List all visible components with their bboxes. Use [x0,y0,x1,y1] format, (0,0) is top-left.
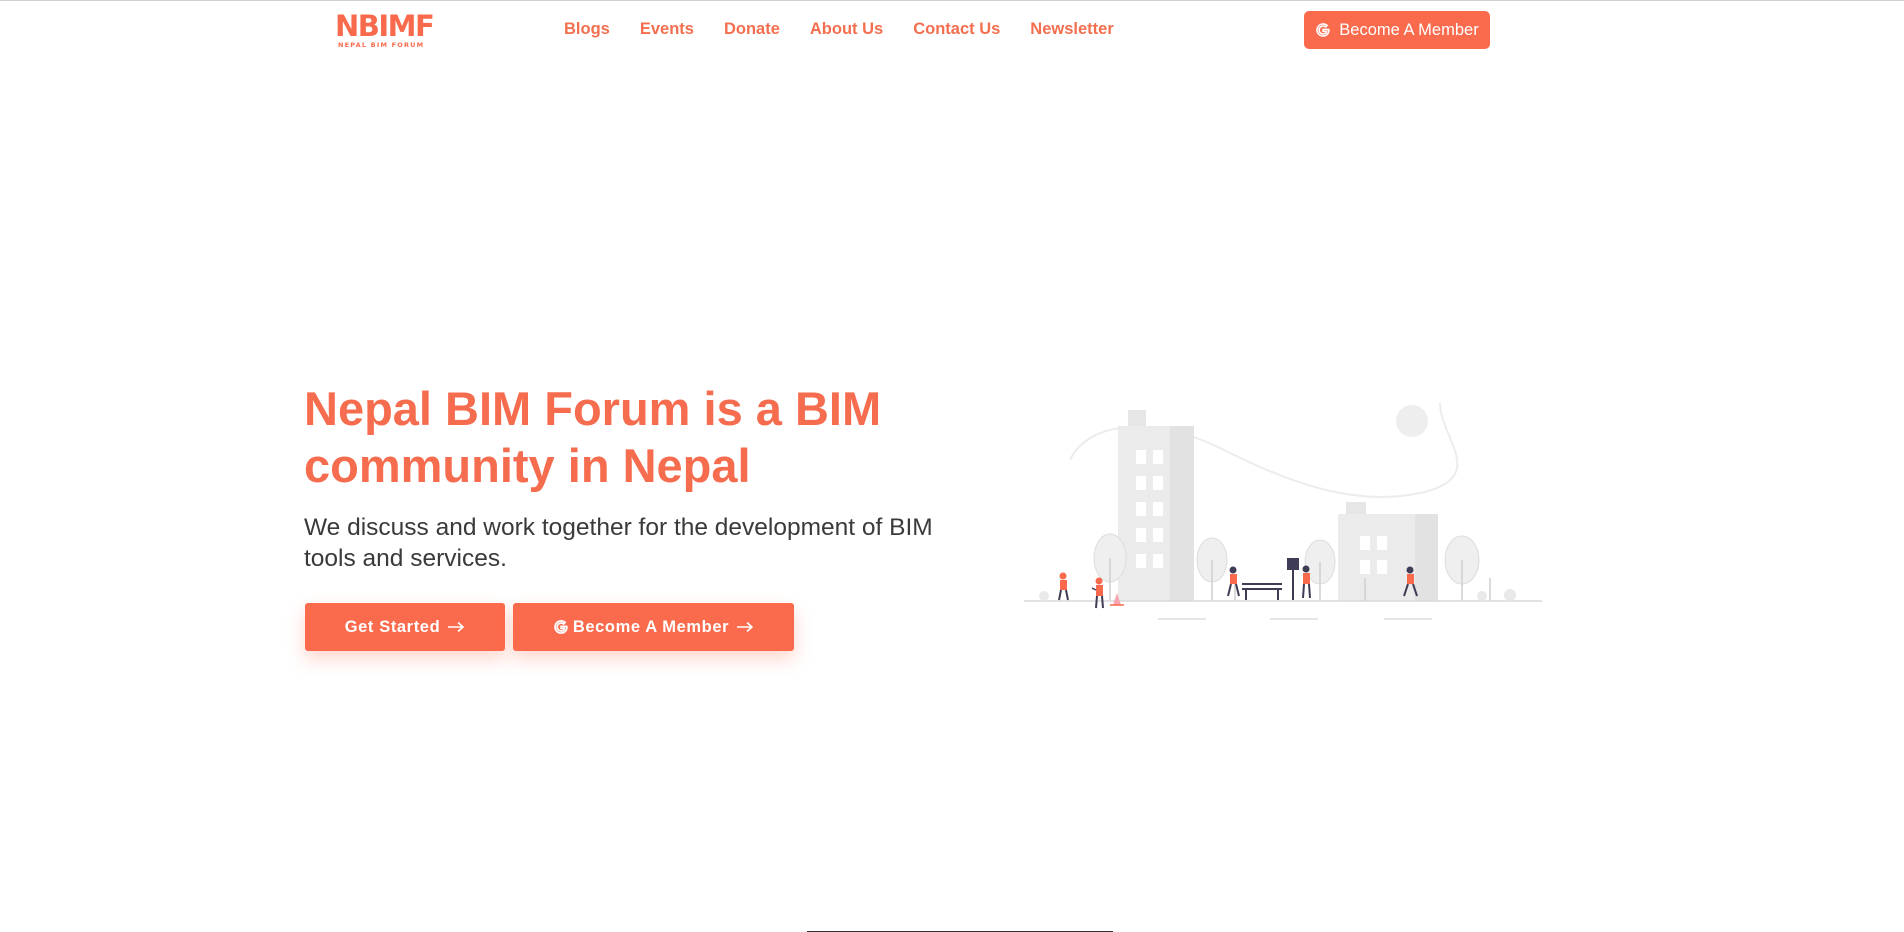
city-park-illustration [1024,402,1542,620]
nav-link-blogs[interactable]: Blogs [564,19,610,39]
header-become-member-button[interactable]: Become A Member [1304,11,1490,49]
hero-become-member-label: Become A Member [572,617,730,636]
header-cta-label: Become A Member [1339,20,1479,39]
nav-link-about-us[interactable]: About Us [810,19,883,39]
main-nav: Blogs Events Donate About Us Contact Us … [564,19,1144,39]
hero-become-member-button[interactable]: Become A Member [513,603,794,651]
google-icon [1316,23,1331,37]
hero-title: Nepal BIM Forum is a BIM community in Ne… [304,382,882,492]
arrow-right-icon [737,621,754,633]
get-started-label: Get Started [344,617,441,636]
hero-subtitle: We discuss and work together for the dev… [304,514,933,572]
page: NBIMF NEPAL BIM FORUM Blogs Events Donat… [0,0,1904,932]
google-icon [554,620,568,634]
logo-tagline: NEPAL BIM FORUM [338,41,425,49]
get-started-button[interactable]: Get Started [305,603,505,651]
nav-link-contact-us[interactable]: Contact Us [913,19,1000,39]
logo-wordmark: NBIMF [335,9,435,43]
nav-link-events[interactable]: Events [640,19,694,39]
nav-link-donate[interactable]: Donate [724,19,780,39]
nbimf-logo[interactable]: NBIMF NEPAL BIM FORUM [335,9,435,50]
top-border [0,0,1904,1]
arrow-right-icon [448,621,465,633]
nav-link-newsletter[interactable]: Newsletter [1030,19,1113,39]
